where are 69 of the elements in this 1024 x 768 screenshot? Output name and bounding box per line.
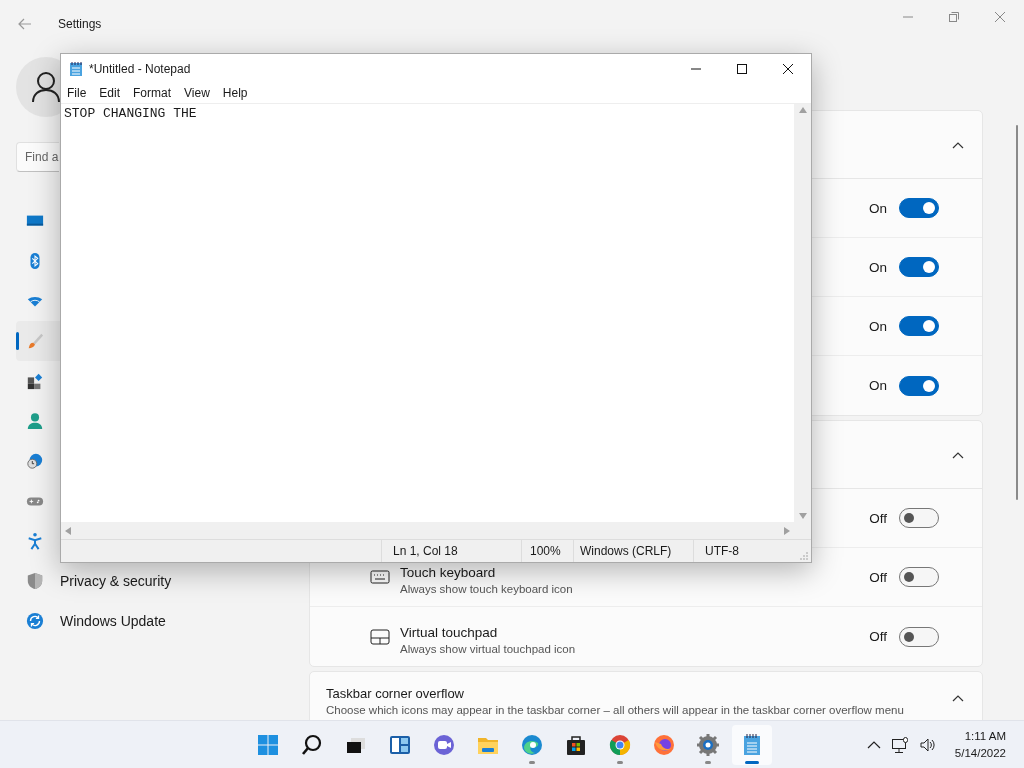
restore-icon[interactable] bbox=[948, 11, 960, 23]
toggle-state: Off bbox=[869, 569, 887, 585]
setting-label: Virtual touchpad bbox=[400, 624, 499, 640]
setting-label: Touch keyboard bbox=[400, 565, 497, 580]
volume-icon[interactable] bbox=[918, 736, 937, 753]
status-text: 100% bbox=[522, 540, 574, 562]
network-icon[interactable] bbox=[890, 735, 909, 754]
touchpad-icon bbox=[370, 626, 390, 647]
section-title: Taskbar corner overflow bbox=[326, 686, 465, 701]
back-arrow-icon[interactable] bbox=[18, 18, 32, 30]
resize-grip-icon[interactable] bbox=[800, 552, 808, 560]
chevron-up-icon[interactable] bbox=[866, 740, 881, 749]
search-field[interactable]: Find a bbox=[16, 142, 59, 172]
close-icon[interactable] bbox=[782, 62, 794, 75]
nav-label: Windows Update bbox=[60, 613, 166, 629]
menu-item[interactable]: Format bbox=[133, 86, 172, 100]
toggle-state: On bbox=[869, 200, 887, 216]
section-description: Choose which icons may appear in the taskbar corner – all others will appear in the taskbar corner overflow menu bbox=[326, 703, 905, 717]
notepad-icon[interactable] bbox=[732, 724, 772, 765]
shield-icon bbox=[26, 572, 44, 590]
person-icon bbox=[26, 412, 44, 430]
toggle-switch[interactable] bbox=[899, 567, 939, 587]
chevron-up-icon[interactable] bbox=[952, 450, 964, 459]
status-text: Ln 1, Col 18 bbox=[382, 540, 522, 562]
toggle-switch[interactable] bbox=[899, 508, 939, 528]
window-title: *Untitled - Notepad bbox=[89, 61, 191, 76]
notepad-icon bbox=[69, 60, 83, 77]
menu-item[interactable]: Edit bbox=[99, 86, 121, 100]
chevron-up-icon[interactable] bbox=[952, 140, 964, 149]
scroll-up-icon[interactable] bbox=[798, 107, 807, 113]
nav-item[interactable]: Privacy & security bbox=[16, 561, 306, 601]
nav-item[interactable]: Windows Update bbox=[16, 601, 306, 641]
update-icon bbox=[26, 612, 44, 630]
toggle-switch[interactable] bbox=[899, 626, 939, 647]
maximize-icon[interactable] bbox=[736, 62, 748, 75]
toggle-state: Off bbox=[869, 629, 887, 644]
clock[interactable]: 1:11 AM 5/14/2022 bbox=[954, 727, 1006, 762]
status-text: Windows (CRLF) bbox=[574, 540, 694, 562]
vertical-scrollbar[interactable] bbox=[794, 104, 811, 539]
toggle-state: On bbox=[869, 259, 887, 275]
text-editor[interactable]: STOP CHANGING THE bbox=[61, 104, 794, 522]
nav-label: Privacy & security bbox=[60, 573, 172, 589]
selection-indicator bbox=[16, 332, 19, 350]
toggle-state: Off bbox=[869, 510, 887, 526]
toggle-state: On bbox=[869, 378, 887, 393]
brush-icon bbox=[26, 332, 44, 350]
toggle-switch[interactable] bbox=[899, 316, 939, 336]
setting-description: Always show virtual touchpad icon bbox=[400, 642, 576, 655]
scrollbar[interactable] bbox=[1016, 125, 1018, 500]
globe-clock-icon bbox=[26, 452, 44, 470]
accessibility-icon bbox=[26, 532, 44, 550]
menu-item[interactable]: File bbox=[67, 86, 87, 100]
scroll-left-icon[interactable] bbox=[65, 526, 71, 535]
scroll-down-icon[interactable] bbox=[798, 513, 807, 519]
setting-description: Always show touch keyboard icon bbox=[400, 583, 573, 595]
window-title: Settings bbox=[58, 17, 102, 31]
horizontal-scrollbar[interactable] bbox=[61, 522, 794, 539]
menu-item[interactable]: Help bbox=[222, 86, 248, 100]
keyboard-icon bbox=[370, 567, 390, 587]
menu-item[interactable]: View bbox=[184, 86, 210, 100]
apps-icon bbox=[26, 372, 44, 390]
nav-item[interactable] bbox=[16, 321, 60, 361]
status-text: UTF-8 bbox=[704, 543, 740, 560]
chevron-up-icon[interactable] bbox=[952, 694, 964, 702]
toggle-switch[interactable] bbox=[899, 375, 939, 396]
scroll-right-icon[interactable] bbox=[784, 526, 790, 535]
toggle-state: On bbox=[869, 318, 887, 334]
toggle-switch[interactable] bbox=[899, 257, 939, 277]
toggle-switch[interactable] bbox=[899, 198, 939, 218]
